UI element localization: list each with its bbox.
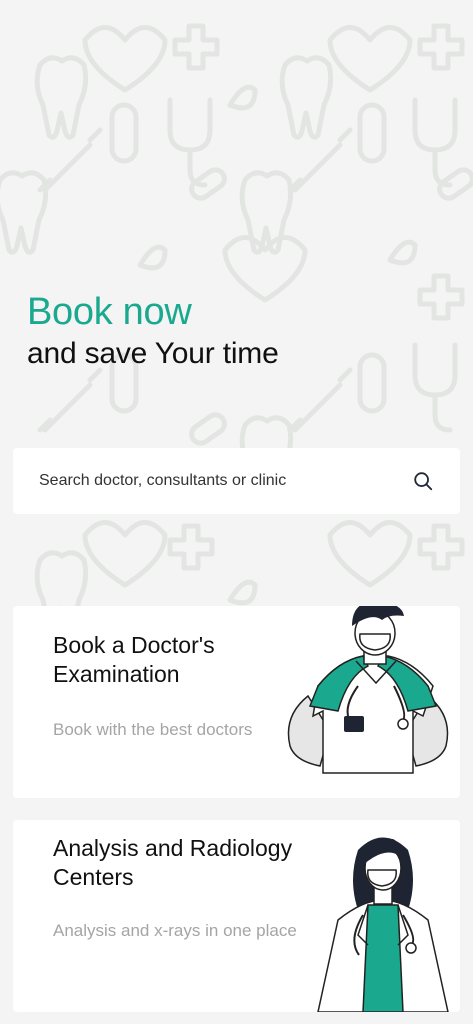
card-subtitle: Analysis and x-rays in one place <box>53 921 297 940</box>
card-subtitle: Book with the best doctors <box>53 720 253 739</box>
hero: Book now and save Your time <box>27 290 279 374</box>
hero-accent-title: Book now <box>27 291 192 333</box>
card-title: Analysis and Radiology Centers <box>53 835 293 890</box>
book-doctor-card[interactable]: Book a Doctor's Examination Book with th… <box>13 606 460 798</box>
search-bar[interactable]: Search doctor, consultants or clinic <box>13 448 460 514</box>
search-placeholder[interactable]: Search doctor, consultants or clinic <box>39 472 286 490</box>
analysis-radiology-card[interactable]: Analysis and Radiology Centers Analysis … <box>13 820 460 1012</box>
male-doctor-illustration <box>287 606 449 774</box>
hero-subtitle: and save Your time <box>27 337 279 370</box>
female-doctor-illustration <box>317 837 449 1012</box>
search-icon[interactable] <box>412 470 434 492</box>
card-title: Book a Doctor's Examination <box>53 632 215 687</box>
